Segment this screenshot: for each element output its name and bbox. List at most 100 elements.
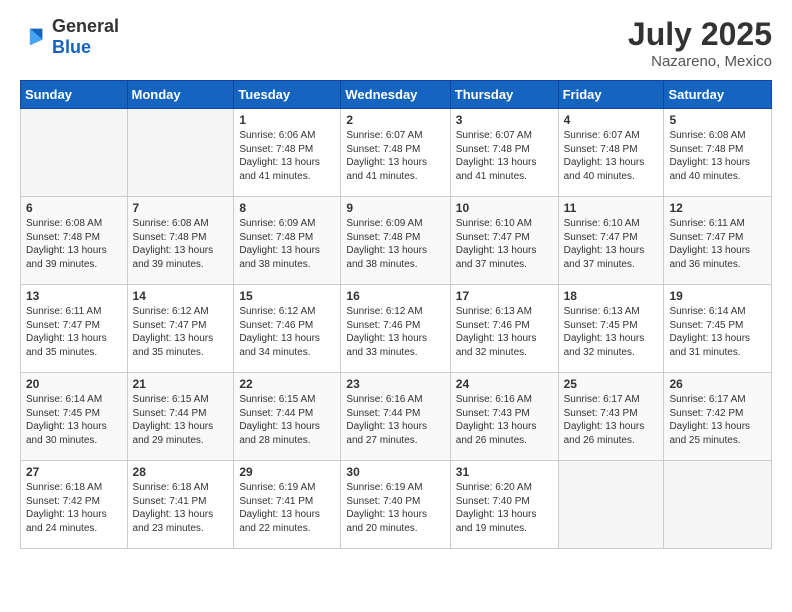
day-number: 23 bbox=[346, 377, 444, 391]
calendar-cell bbox=[664, 461, 772, 549]
calendar-cell: 20Sunrise: 6:14 AMSunset: 7:45 PMDayligh… bbox=[21, 373, 128, 461]
day-number: 6 bbox=[26, 201, 122, 215]
header-row: Sunday Monday Tuesday Wednesday Thursday… bbox=[21, 81, 772, 109]
col-friday: Friday bbox=[558, 81, 664, 109]
day-number: 12 bbox=[669, 201, 766, 215]
day-number: 9 bbox=[346, 201, 444, 215]
day-info: Sunrise: 6:10 AMSunset: 7:47 PMDaylight:… bbox=[456, 217, 553, 271]
calendar-cell: 30 Sunrise: 6:19 AMSunset: 7:40 PMDayligh… bbox=[341, 461, 450, 549]
day-info: Sunrise: 6:10 AMSunset: 7:47 PMDaylight:… bbox=[564, 217, 659, 271]
day-number: 3 bbox=[456, 113, 553, 127]
day-info: Sunrise: 6:16 AMSunset: 7:43 PMDaylight:… bbox=[456, 393, 553, 447]
day-number: 26 bbox=[669, 377, 766, 391]
day-info: Sunrise: 6:18 AMSunset: 7:42 PMDaylight:… bbox=[26, 481, 122, 535]
day-info: Sunrise: 6:12 AMSunset: 7:46 PMDaylight:… bbox=[346, 305, 444, 359]
day-info: Sunrise: 6:07 AMSunset: 7:48 PMDaylight:… bbox=[456, 129, 553, 183]
day-number: 19 bbox=[669, 289, 766, 303]
calendar-cell: 13 Sunrise: 6:11 AMSunset: 7:47 PMDayligh… bbox=[21, 285, 128, 373]
calendar-cell: 18 Sunrise: 6:13 AMSunset: 7:45 PMDayligh… bbox=[558, 285, 664, 373]
calendar-cell: 5Sunrise: 6:08 AMSunset: 7:48 PMDaylight… bbox=[664, 109, 772, 197]
day-info: Sunrise: 6:11 AMSunset: 7:47 PMDaylight:… bbox=[669, 217, 766, 271]
calendar-cell: 16Sunrise: 6:12 AMSunset: 7:46 PMDayligh… bbox=[341, 285, 450, 373]
calendar-cell: 23 Sunrise: 6:16 AMSunset: 7:44 PMDayligh… bbox=[341, 373, 450, 461]
day-info: Sunrise: 6:17 AMSunset: 7:42 PMDaylight:… bbox=[669, 393, 766, 447]
day-info: Sunrise: 6:11 AMSunset: 7:47 PMDaylight:… bbox=[26, 305, 122, 359]
col-saturday: Saturday bbox=[664, 81, 772, 109]
day-info: Sunrise: 6:12 AMSunset: 7:47 PMDaylight:… bbox=[133, 305, 229, 359]
day-info: Sunrise: 6:06 AMSunset: 7:48 PMDaylight:… bbox=[239, 129, 335, 183]
day-info: Sunrise: 6:14 AMSunset: 7:45 PMDaylight:… bbox=[669, 305, 766, 359]
calendar-cell: 25 Sunrise: 6:17 AMSunset: 7:43 PMDayligh… bbox=[558, 373, 664, 461]
title-block: July 2025 Nazareno, Mexico bbox=[628, 16, 772, 70]
month-year: July 2025 bbox=[628, 16, 772, 53]
calendar-cell: 19 Sunrise: 6:14 AMSunset: 7:45 PMDayligh… bbox=[664, 285, 772, 373]
day-number: 21 bbox=[133, 377, 229, 391]
day-number: 25 bbox=[564, 377, 659, 391]
day-info: Sunrise: 6:19 AMSunset: 7:41 PMDaylight:… bbox=[239, 481, 335, 535]
calendar-cell: 4 Sunrise: 6:07 AMSunset: 7:48 PMDaylight… bbox=[558, 109, 664, 197]
calendar-cell: 15Sunrise: 6:12 AMSunset: 7:46 PMDayligh… bbox=[234, 285, 341, 373]
day-number: 11 bbox=[564, 201, 659, 215]
day-info: Sunrise: 6:15 AMSunset: 7:44 PMDaylight:… bbox=[239, 393, 335, 447]
calendar-cell: 3 Sunrise: 6:07 AMSunset: 7:48 PMDaylight… bbox=[450, 109, 558, 197]
calendar-cell: 28 Sunrise: 6:18 AMSunset: 7:41 PMDayligh… bbox=[127, 461, 234, 549]
day-number: 4 bbox=[564, 113, 659, 127]
day-number: 30 bbox=[346, 465, 444, 479]
day-info: Sunrise: 6:17 AMSunset: 7:43 PMDaylight:… bbox=[564, 393, 659, 447]
day-number: 5 bbox=[669, 113, 766, 127]
day-number: 22 bbox=[239, 377, 335, 391]
calendar-week-1: 1 Sunrise: 6:06 AMSunset: 7:48 PMDaylight… bbox=[21, 109, 772, 197]
col-thursday: Thursday bbox=[450, 81, 558, 109]
calendar-body: 1 Sunrise: 6:06 AMSunset: 7:48 PMDaylight… bbox=[21, 109, 772, 549]
calendar-week-3: 13 Sunrise: 6:11 AMSunset: 7:47 PMDayligh… bbox=[21, 285, 772, 373]
day-number: 13 bbox=[26, 289, 122, 303]
calendar-cell: 24 Sunrise: 6:16 AMSunset: 7:43 PMDayligh… bbox=[450, 373, 558, 461]
calendar-cell: 6 Sunrise: 6:08 AMSunset: 7:48 PMDaylight… bbox=[21, 197, 128, 285]
day-number: 8 bbox=[239, 201, 335, 215]
calendar-cell: 11 Sunrise: 6:10 AMSunset: 7:47 PMDayligh… bbox=[558, 197, 664, 285]
logo-blue: Blue bbox=[52, 37, 91, 57]
calendar-cell: 9Sunrise: 6:09 AMSunset: 7:48 PMDaylight… bbox=[341, 197, 450, 285]
day-number: 27 bbox=[26, 465, 122, 479]
day-number: 14 bbox=[133, 289, 229, 303]
calendar-cell: 1 Sunrise: 6:06 AMSunset: 7:48 PMDaylight… bbox=[234, 109, 341, 197]
col-tuesday: Tuesday bbox=[234, 81, 341, 109]
day-info: Sunrise: 6:15 AMSunset: 7:44 PMDaylight:… bbox=[133, 393, 229, 447]
day-info: Sunrise: 6:16 AMSunset: 7:44 PMDaylight:… bbox=[346, 393, 444, 447]
calendar-header: Sunday Monday Tuesday Wednesday Thursday… bbox=[21, 81, 772, 109]
page: General Blue July 2025 Nazareno, Mexico … bbox=[0, 0, 792, 612]
day-number: 2 bbox=[346, 113, 444, 127]
day-info: Sunrise: 6:08 AMSunset: 7:48 PMDaylight:… bbox=[133, 217, 229, 271]
day-number: 1 bbox=[239, 113, 335, 127]
logo: General Blue bbox=[20, 16, 119, 58]
location: Nazareno, Mexico bbox=[628, 53, 772, 70]
calendar-cell bbox=[21, 109, 128, 197]
calendar-cell: 10 Sunrise: 6:10 AMSunset: 7:47 PMDayligh… bbox=[450, 197, 558, 285]
calendar-cell: 29 Sunrise: 6:19 AMSunset: 7:41 PMDayligh… bbox=[234, 461, 341, 549]
day-number: 18 bbox=[564, 289, 659, 303]
day-number: 20 bbox=[26, 377, 122, 391]
day-number: 28 bbox=[133, 465, 229, 479]
day-info: Sunrise: 6:20 AMSunset: 7:40 PMDaylight:… bbox=[456, 481, 553, 535]
day-info: Sunrise: 6:18 AMSunset: 7:41 PMDaylight:… bbox=[133, 481, 229, 535]
day-info: Sunrise: 6:07 AMSunset: 7:48 PMDaylight:… bbox=[564, 129, 659, 183]
day-number: 29 bbox=[239, 465, 335, 479]
day-number: 10 bbox=[456, 201, 553, 215]
day-number: 31 bbox=[456, 465, 553, 479]
calendar-cell: 17Sunrise: 6:13 AMSunset: 7:46 PMDayligh… bbox=[450, 285, 558, 373]
calendar-cell: 8Sunrise: 6:09 AMSunset: 7:48 PMDaylight… bbox=[234, 197, 341, 285]
day-info: Sunrise: 6:13 AMSunset: 7:45 PMDaylight:… bbox=[564, 305, 659, 359]
calendar-cell: 27 Sunrise: 6:18 AMSunset: 7:42 PMDayligh… bbox=[21, 461, 128, 549]
logo-general: General bbox=[52, 16, 119, 36]
calendar-cell: 26 Sunrise: 6:17 AMSunset: 7:42 PMDayligh… bbox=[664, 373, 772, 461]
calendar-cell: 14 Sunrise: 6:12 AMSunset: 7:47 PMDayligh… bbox=[127, 285, 234, 373]
day-info: Sunrise: 6:19 AMSunset: 7:40 PMDaylight:… bbox=[346, 481, 444, 535]
day-number: 15 bbox=[239, 289, 335, 303]
logo-text: General Blue bbox=[52, 16, 119, 58]
col-wednesday: Wednesday bbox=[341, 81, 450, 109]
calendar-cell: 21 Sunrise: 6:15 AMSunset: 7:44 PMDayligh… bbox=[127, 373, 234, 461]
day-number: 24 bbox=[456, 377, 553, 391]
calendar-week-5: 27 Sunrise: 6:18 AMSunset: 7:42 PMDayligh… bbox=[21, 461, 772, 549]
calendar-cell: 12 Sunrise: 6:11 AMSunset: 7:47 PMDayligh… bbox=[664, 197, 772, 285]
day-info: Sunrise: 6:08 AMSunset: 7:48 PMDaylight:… bbox=[26, 217, 122, 271]
